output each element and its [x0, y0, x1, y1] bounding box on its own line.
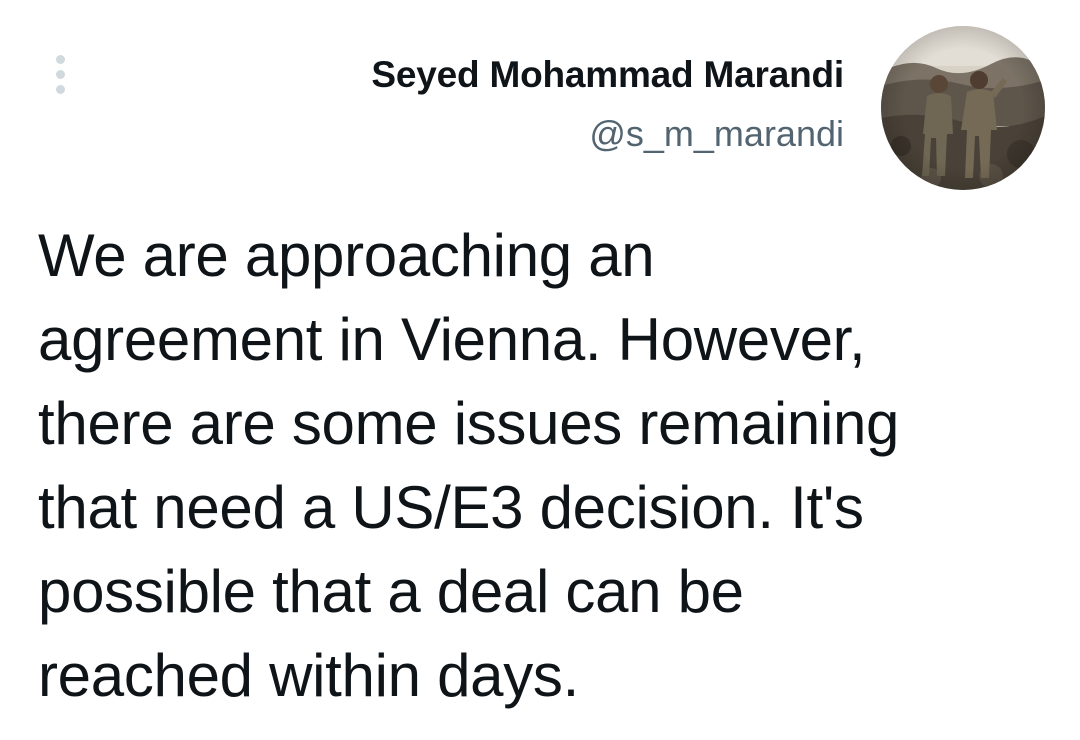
- author-handle[interactable]: @s_m_marandi: [371, 112, 844, 156]
- tweet-card: Seyed Mohammad Marandi @s_m_marandi We a…: [0, 0, 1080, 740]
- author-display-name[interactable]: Seyed Mohammad Marandi: [371, 52, 844, 98]
- profile-photo-icon: [881, 26, 1045, 190]
- tweet-text: We are approaching an agreement in Vienn…: [38, 222, 900, 709]
- more-dot-icon: [55, 84, 65, 94]
- more-options-button[interactable]: [44, 50, 76, 98]
- more-dot-icon: [55, 69, 65, 79]
- more-dot-icon: [55, 54, 65, 64]
- avatar[interactable]: [881, 26, 1045, 190]
- author-info[interactable]: Seyed Mohammad Marandi @s_m_marandi: [371, 52, 844, 156]
